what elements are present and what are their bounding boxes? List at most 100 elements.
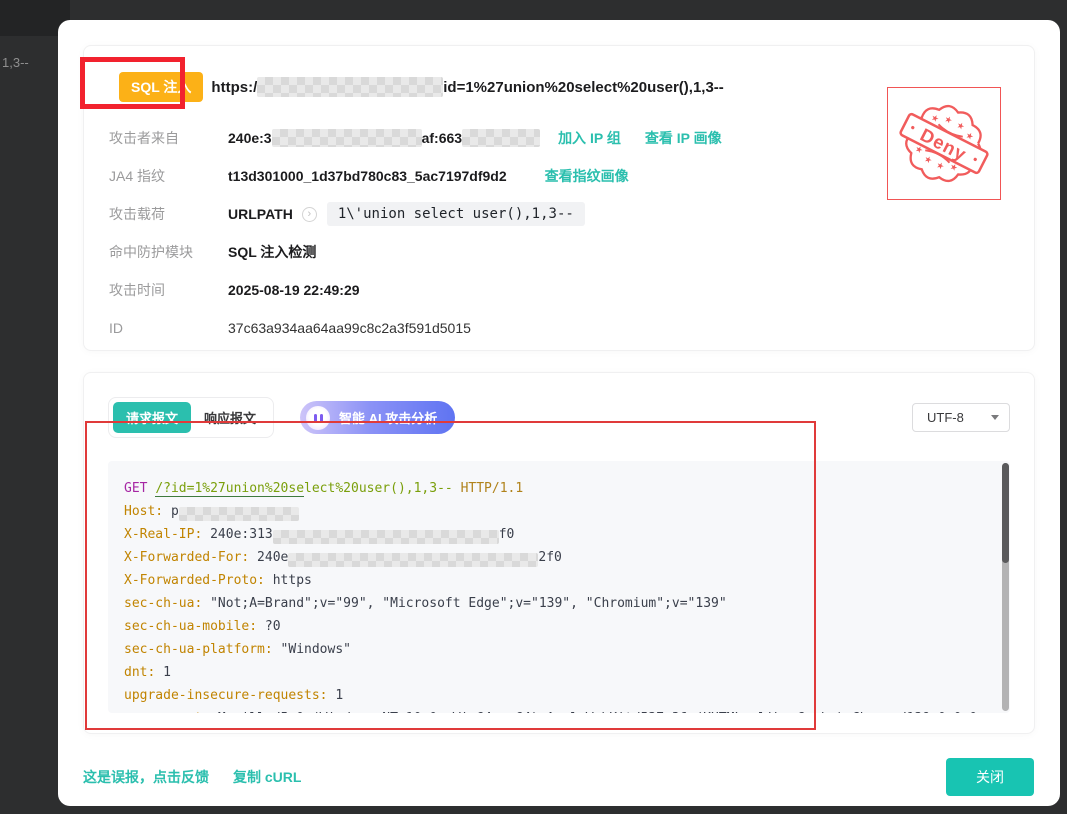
code-segment: user-agent: — [124, 711, 210, 713]
url-row: SQL 注入 https:/ id=1%27union%20select%20us… — [119, 72, 1010, 102]
ai-button-label: 智能 AI 攻击分析 — [339, 408, 437, 427]
attack-url: https:/ id=1%27union%20select%20user(),1,… — [211, 77, 723, 97]
code-line: X-Real-IP: 240e:313 f0 — [124, 523, 990, 546]
code-segment: 1 — [155, 665, 171, 680]
module-label: 命中防护模块 — [109, 242, 228, 262]
code-line: X-Forwarded-Proto: https — [124, 569, 990, 592]
close-button[interactable]: 关闭 — [946, 758, 1034, 796]
packet-toolbar: 请求报文 响应报文 智能 AI 攻击分析 UTF-8 — [108, 397, 1010, 438]
http-request-code: GET /?id=1%27union%20select%20user(),1,3… — [124, 477, 990, 713]
code-segment: https — [265, 573, 312, 588]
code-segment: dnt: — [124, 665, 155, 680]
code-segment: p — [163, 504, 179, 519]
background-page-text: 1,3-- — [2, 55, 29, 70]
code-segment: X-Real-IP: — [124, 527, 202, 542]
false-positive-feedback-link[interactable]: 这是误报，点击反馈 — [83, 767, 209, 787]
code-segment: 1 — [328, 688, 344, 703]
tab-request-packet[interactable]: 请求报文 — [113, 402, 191, 433]
id-label: ID — [109, 320, 228, 336]
time-value: 2025-08-19 22:49:29 — [228, 282, 360, 298]
code-line: upgrade-insecure-requests: 1 — [124, 684, 990, 707]
time-label: 攻击时间 — [109, 280, 228, 300]
attack-type-badge: SQL 注入 — [119, 72, 203, 102]
code-line: sec-ch-ua-mobile: ?0 — [124, 615, 990, 638]
attack-url-query: id=1%27union%20select%20user(),1,3-- — [443, 79, 724, 96]
id-value: 37c63a934aa64aa99c8c2a3f591d5015 — [228, 320, 471, 336]
code-segment: 240e — [249, 550, 288, 565]
code-line: X-Forwarded-For: 240e2f0 — [124, 546, 990, 569]
row-ja4-fingerprint: JA4 指纹 t13d301000_1d37bd780c83_5ac7197df… — [109, 157, 1010, 195]
row-attack-payload: 攻击载荷 URLPATH › 1\'union select user(),1,… — [109, 195, 1010, 233]
code-segment: Mozilla/5.0 (Windows NT 10.0; Win64; x64… — [210, 711, 977, 713]
copy-curl-link[interactable]: 复制 cURL — [233, 767, 301, 787]
packet-tabs: 请求报文 响应报文 — [108, 397, 274, 438]
svg-text:★: ★ — [942, 114, 954, 127]
encoding-select[interactable]: UTF-8 — [912, 403, 1010, 432]
code-segment: "Windows" — [273, 642, 351, 657]
redacted-code — [288, 553, 538, 567]
code-segment: GET — [124, 481, 147, 496]
code-segment — [453, 481, 461, 496]
attack-summary-card: SQL 注入 https:/ id=1%27union%20select%20us… — [83, 45, 1035, 351]
code-scrollbar-thumb[interactable] — [1002, 463, 1009, 563]
code-segment: lect%20user(),1,3-- — [304, 481, 453, 496]
svg-text:★: ★ — [922, 154, 934, 167]
redacted-code — [273, 530, 499, 544]
encoding-selected-value: UTF-8 — [927, 410, 964, 425]
code-segment: X-Forwarded-For: — [124, 550, 249, 565]
code-segment: HTTP/1.1 — [461, 481, 524, 496]
code-segment: upgrade-insecure-requests: — [124, 688, 328, 703]
code-segment: ?0 — [257, 619, 280, 634]
view-ip-portrait-link[interactable]: 查看 IP 画像 — [645, 128, 722, 148]
module-value: SQL 注入检测 — [228, 242, 316, 262]
code-line: user-agent: Mozilla/5.0 (Windows NT 10.0… — [124, 707, 990, 713]
deny-stamp-icon: ★★★★★★★★Deny — [888, 88, 1000, 199]
code-line: dnt: 1 — [124, 661, 990, 684]
attacker-ip: 240e:3 af:663 — [228, 129, 540, 147]
code-segment: Host: — [124, 504, 163, 519]
ja4-label: JA4 指纹 — [109, 166, 228, 186]
code-line: Host: p — [124, 500, 990, 523]
code-line: sec-ch-ua: "Not;A=Brand";v="99", "Micros… — [124, 592, 990, 615]
attacker-ip-part2: af:663 — [422, 130, 462, 146]
tab-response-packet[interactable]: 响应报文 — [191, 402, 269, 433]
redacted-ip-2 — [462, 129, 540, 147]
redacted-code — [179, 507, 299, 521]
code-segment: sec-ch-ua-platform: — [124, 642, 273, 657]
ja4-value: t13d301000_1d37bd780c83_5ac7197df9d2 — [228, 168, 507, 184]
payload-location: URLPATH — [228, 206, 293, 222]
code-segment: X-Forwarded-Proto: — [124, 573, 265, 588]
join-ip-group-link[interactable]: 加入 IP 组 — [558, 128, 621, 148]
code-line: GET /?id=1%27union%20select%20user(),1,3… — [124, 477, 990, 500]
attacker-ip-part1: 240e:3 — [228, 130, 272, 146]
attacker-source-label: 攻击者来自 — [109, 128, 228, 148]
modal-footer: 这是误报，点击反馈 复制 cURL 关闭 — [83, 758, 1034, 796]
ai-attack-analysis-button[interactable]: 智能 AI 攻击分析 — [300, 401, 455, 434]
http-request-viewer[interactable]: GET /?id=1%27union%20select%20user(),1,3… — [108, 461, 1010, 713]
svg-text:★: ★ — [934, 160, 946, 173]
deny-stamp-box: ★★★★★★★★Deny — [887, 87, 1001, 200]
detail-rows: 攻击者来自 240e:3 af:663 加入 IP 组 查看 IP 画像 JA4 … — [109, 119, 1010, 347]
payload-value-chip: 1\'union select user(),1,3-- — [327, 202, 585, 226]
row-attack-time: 攻击时间 2025-08-19 22:49:29 — [109, 271, 1010, 309]
view-fingerprint-portrait-link[interactable]: 查看指纹画像 — [545, 166, 629, 186]
redacted-host — [257, 77, 443, 97]
attack-detail-modal: SQL 注入 https:/ id=1%27union%20select%20us… — [58, 20, 1060, 806]
code-segment: 240e:313 — [202, 527, 272, 542]
row-protection-module: 命中防护模块 SQL 注入检测 — [109, 233, 1010, 271]
code-segment: f0 — [499, 527, 515, 542]
code-segment: sec-ch-ua: — [124, 596, 202, 611]
code-segment: "Not;A=Brand";v="99", "Microsoft Edge";v… — [202, 596, 726, 611]
payload-expand-icon[interactable]: › — [302, 207, 317, 222]
code-scrollbar-track — [1002, 463, 1009, 711]
chevron-down-icon — [991, 415, 999, 420]
ai-robot-icon — [306, 406, 330, 430]
attack-url-prefix: https:/ — [211, 79, 257, 96]
code-segment: /?id=1%27union%20se — [155, 481, 304, 497]
payload-label: 攻击载荷 — [109, 204, 228, 224]
row-event-id: ID 37c63a934aa64aa99c8c2a3f591d5015 — [109, 309, 1010, 347]
code-line: sec-ch-ua-platform: "Windows" — [124, 638, 990, 661]
code-segment: sec-ch-ua-mobile: — [124, 619, 257, 634]
row-attacker-source: 攻击者来自 240e:3 af:663 加入 IP 组 查看 IP 画像 — [109, 119, 1010, 157]
redacted-ip-1 — [272, 129, 422, 147]
